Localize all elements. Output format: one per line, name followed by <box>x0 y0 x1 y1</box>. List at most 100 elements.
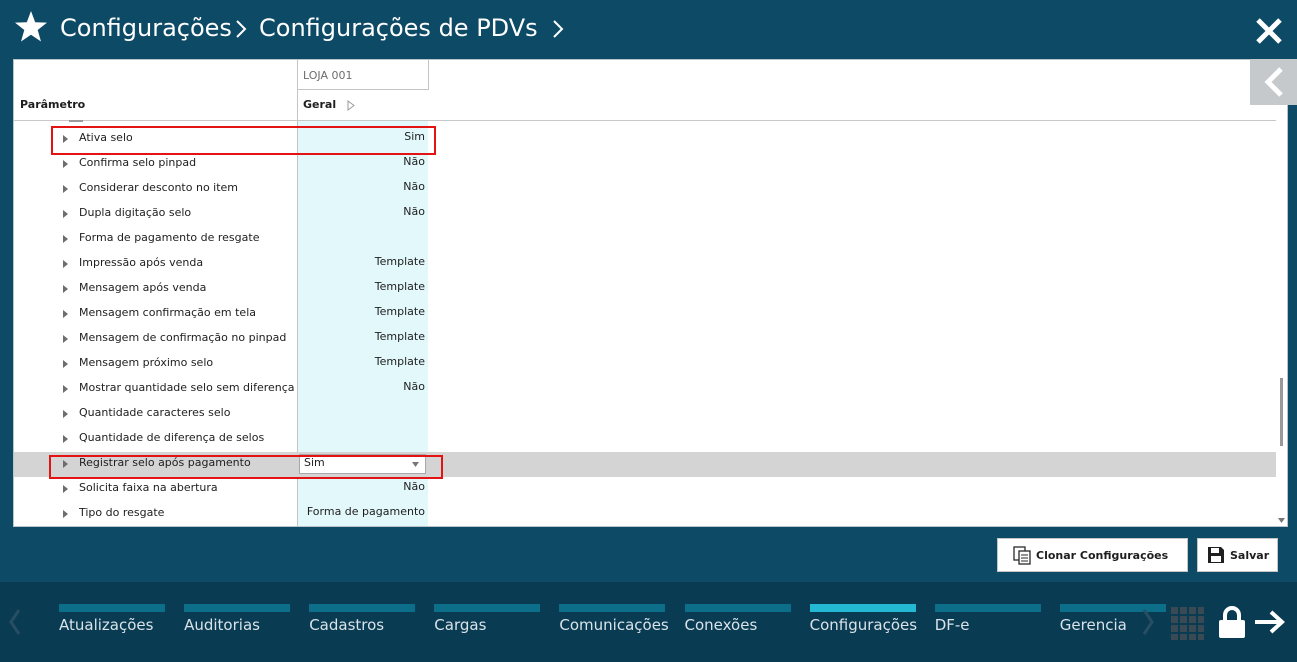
clone-icon <box>1013 546 1031 565</box>
tab-cargas[interactable]: Cargas <box>434 604 541 644</box>
caret-right-icon[interactable] <box>63 135 68 143</box>
tab-df-e[interactable]: DF-e <box>934 604 1041 644</box>
parameter-value[interactable]: Não <box>298 380 425 393</box>
tab-label: DF-e <box>934 616 970 634</box>
parameter-label: Considerar desconto no item <box>79 181 239 194</box>
caret-right-icon[interactable] <box>63 485 68 493</box>
parameter-label: Mensagem após venda <box>79 281 207 294</box>
parameter-row[interactable]: Registrar selo após pagamento Sim <box>14 452 1276 477</box>
parameter-value[interactable]: Template <box>298 280 425 293</box>
parameter-label: Mensagem confirmação em tela <box>79 306 256 319</box>
group-header-geral[interactable]: Geral <box>303 98 336 111</box>
vertical-scrollbar[interactable] <box>1280 378 1283 446</box>
clone-config-label: Clonar Configurações <box>1036 548 1169 562</box>
tab-label: Conexões <box>684 616 758 634</box>
caret-right-icon[interactable] <box>63 210 68 218</box>
nav-next-icon[interactable] <box>1141 607 1155 637</box>
parameter-value[interactable]: Não <box>298 480 425 493</box>
parameter-row[interactable]: Quantidade de diferença de selos <box>14 427 1276 452</box>
column-divider <box>428 60 429 90</box>
parameter-value[interactable]: Não <box>298 180 425 193</box>
parameter-list: Ativa selo Sim Confirma selo pinpad Não Cons… <box>14 127 1276 526</box>
parameter-value[interactable]: Não <box>298 155 425 168</box>
grid-icon[interactable] <box>1171 607 1204 640</box>
caret-right-icon[interactable] <box>63 460 68 468</box>
header-divider <box>14 120 1276 121</box>
tab-indicator <box>934 604 1041 612</box>
store-column-label: LOJA 001 <box>303 69 353 82</box>
parameter-row[interactable]: Solicita faixa na abertura Não <box>14 477 1276 502</box>
parameter-row[interactable]: Mensagem confirmação em tela Template <box>14 302 1276 327</box>
parameter-label: Solicita faixa na abertura <box>79 481 218 494</box>
parameter-row[interactable]: Mensagem próximo selo Template <box>14 352 1276 377</box>
parameter-row[interactable]: Impressão após venda Template <box>14 252 1276 277</box>
tab-label: Cadastros <box>309 616 385 634</box>
save-button[interactable]: Salvar <box>1197 538 1278 572</box>
parameter-label: Dupla digitação selo <box>79 206 192 219</box>
caret-right-icon[interactable] <box>63 410 68 418</box>
parameter-value[interactable]: Forma de pagamento <box>298 505 425 518</box>
caret-right-icon[interactable] <box>63 385 68 393</box>
parameter-label: Mensagem de confirmação no pinpad <box>79 331 287 344</box>
parameter-value[interactable]: Template <box>298 255 425 268</box>
parameter-row[interactable]: Quantidade caracteres selo <box>14 402 1276 427</box>
caret-right-icon[interactable] <box>63 260 68 268</box>
clone-config-button[interactable]: Clonar Configurações <box>997 538 1188 572</box>
tab-indicator <box>59 604 165 612</box>
breadcrumb-configuracoes-pdvs[interactable]: Configurações de PDVs <box>259 13 538 43</box>
parameter-row[interactable]: Considerar desconto no item Não <box>14 177 1276 202</box>
caret-right-icon[interactable] <box>63 235 68 243</box>
parameter-header: Parâmetro <box>20 98 86 111</box>
parameter-label: Mensagem próximo selo <box>79 356 214 369</box>
parameter-label: Quantidade caracteres selo <box>79 406 231 419</box>
collapse-panel-button[interactable] <box>1250 59 1297 105</box>
parameter-value[interactable]: Template <box>298 355 425 368</box>
tab-label: Atualizações <box>59 616 154 634</box>
parameter-row[interactable]: Forma de pagamento de resgate <box>14 227 1276 252</box>
caret-right-icon[interactable] <box>63 285 68 293</box>
parameter-row[interactable]: Mensagem de confirmação no pinpad Templat… <box>14 327 1276 352</box>
parameter-value[interactable]: Template <box>298 305 425 318</box>
header-divider <box>298 89 429 90</box>
scroll-down-icon[interactable] <box>1278 518 1285 523</box>
parameter-row[interactable]: Confirma selo pinpad Não <box>14 152 1276 177</box>
parameter-value[interactable]: Não <box>298 205 425 218</box>
parameter-label: Forma de pagamento de resgate <box>79 231 260 244</box>
tab-label: Gerencia <box>1059 616 1127 634</box>
lock-icon[interactable] <box>1217 605 1247 639</box>
tab-indicator <box>809 604 916 612</box>
parameter-row[interactable]: Ativa selo Sim <box>14 127 1276 152</box>
parameter-row[interactable]: Mensagem após venda Template <box>14 277 1276 302</box>
caret-right-icon[interactable] <box>63 435 68 443</box>
tab-cadastros[interactable]: Cadastros <box>309 604 416 644</box>
caret-right-icon[interactable] <box>63 510 68 518</box>
caret-right-icon[interactable] <box>63 360 68 368</box>
parameter-row[interactable]: Dupla digitação selo Não <box>14 202 1276 227</box>
breadcrumb-configuracoes[interactable]: Configurações <box>60 13 232 43</box>
tab-comunicacoes[interactable]: Comunicações <box>559 604 669 644</box>
tab-configuracoes[interactable]: Configurações <box>809 604 917 644</box>
parameter-label: Registrar selo após pagamento <box>79 456 251 469</box>
dropdown-caret-icon[interactable] <box>412 462 419 467</box>
logout-arrow-icon[interactable] <box>1253 609 1287 635</box>
star-icon[interactable] <box>14 10 48 44</box>
tab-atualizacoes[interactable]: Atualizações <box>59 604 165 644</box>
chevron-right-icon <box>553 20 564 38</box>
parameter-value[interactable]: Sim <box>298 130 425 143</box>
caret-right-icon[interactable] <box>347 100 355 111</box>
parameter-value[interactable]: Template <box>298 330 425 343</box>
caret-right-icon[interactable] <box>63 335 68 343</box>
caret-right-icon[interactable] <box>63 160 68 168</box>
caret-right-icon[interactable] <box>63 310 68 318</box>
nav-prev-icon[interactable] <box>8 607 22 637</box>
tab-auditorias[interactable]: Auditorias <box>184 604 291 644</box>
tab-conexoes[interactable]: Conexões <box>684 604 791 644</box>
value-select[interactable]: Sim <box>299 454 426 474</box>
caret-right-icon[interactable] <box>63 185 68 193</box>
tab-indicator <box>309 604 416 612</box>
chevron-right-icon <box>236 20 247 38</box>
parameter-row[interactable]: Mostrar quantidade selo sem diferença Não <box>14 377 1276 402</box>
parameter-label: Confirma selo pinpad <box>79 156 197 169</box>
parameter-row[interactable]: Tipo do resgate Forma de pagamento <box>14 502 1276 526</box>
close-icon[interactable] <box>1254 16 1284 46</box>
